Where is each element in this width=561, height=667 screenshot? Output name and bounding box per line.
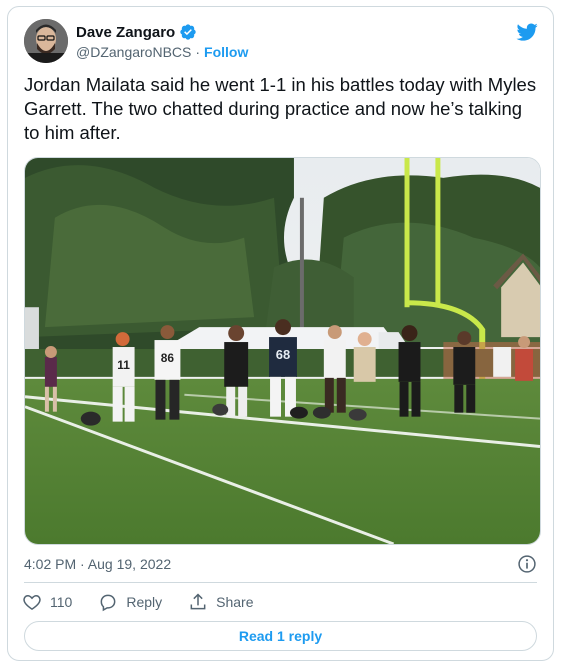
jersey-number-68: 68: [276, 347, 290, 362]
follow-button[interactable]: Follow: [204, 44, 248, 60]
read-replies-button[interactable]: Read 1 reply: [24, 621, 537, 651]
verified-badge-icon: [180, 24, 196, 40]
reply-button[interactable]: Reply: [98, 592, 162, 612]
share-upload-icon: [190, 593, 206, 610]
name-row: Dave Zangaro: [76, 23, 197, 41]
twitter-bird-icon[interactable]: [515, 21, 539, 43]
tweet-timestamp[interactable]: 4:02 PM · Aug 19, 2022: [24, 556, 171, 572]
info-icon[interactable]: [517, 554, 537, 574]
display-name[interactable]: Dave Zangaro: [76, 24, 175, 41]
handle[interactable]: @DZangaroNBCS: [76, 44, 191, 60]
jersey-number-11: 11: [117, 358, 130, 372]
action-bar: 110 Reply Share: [22, 592, 279, 612]
divider: [24, 582, 537, 583]
handle-row: @DZangaroNBCS · Follow: [76, 44, 248, 60]
reply-label: Reply: [126, 594, 163, 610]
jersey-number-86: 86: [161, 351, 175, 365]
like-button[interactable]: 110: [22, 592, 72, 612]
tweet-photo[interactable]: 11 86 68: [24, 157, 541, 545]
heart-icon: [23, 594, 41, 610]
avatar[interactable]: [24, 19, 68, 63]
tweet-text: Jordan Mailata said he went 1-1 in his b…: [24, 74, 537, 143]
share-label: Share: [216, 594, 254, 610]
tweet-card: Dave Zangaro @DZangaroNBCS · Follow Jord…: [7, 6, 554, 661]
like-count: 110: [50, 594, 73, 610]
separator-dot: ·: [195, 44, 201, 60]
share-button[interactable]: Share: [188, 592, 253, 612]
speech-bubble-icon: [100, 594, 116, 612]
